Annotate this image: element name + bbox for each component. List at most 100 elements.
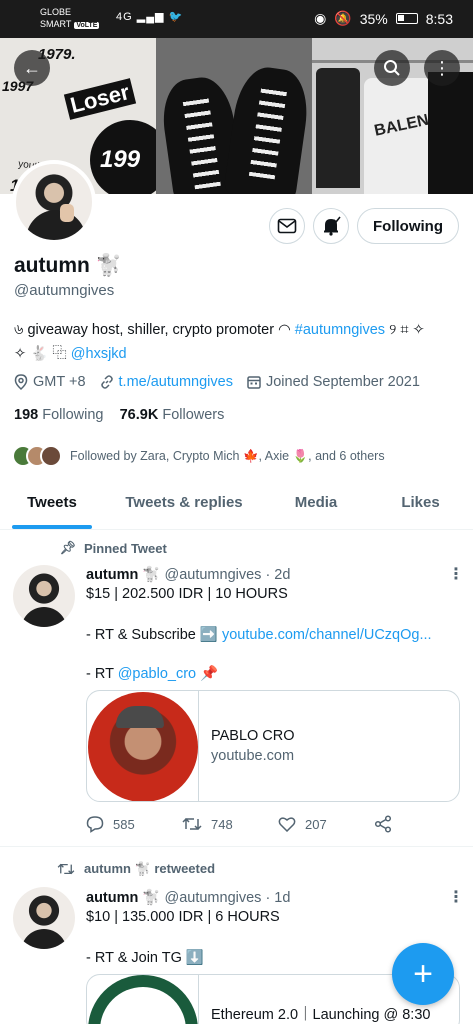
- clothes-image: [316, 68, 360, 188]
- tweet-handle: @autumngives: [164, 890, 262, 906]
- tab-likes[interactable]: Likes: [368, 484, 473, 529]
- tab-label: Tweets: [27, 494, 77, 511]
- battery-percent: 35%: [359, 10, 388, 27]
- tweet-actions: 585 748 207: [86, 815, 470, 833]
- eye-icon: ◉: [314, 10, 327, 26]
- reply-count: 585: [113, 816, 135, 832]
- tweet-context: 📌︎ Pinned Tweet: [56, 540, 167, 556]
- banner-text: 199: [90, 120, 156, 194]
- bio-text: ৬ giveaway host, shiller, crypto promote…: [14, 322, 295, 338]
- following-count: 198: [14, 407, 39, 423]
- carrier-name: GLOBE: [40, 7, 72, 17]
- tweet-handle: @autumngives: [164, 567, 262, 583]
- tweet-text: - RT & Join TG ⬇️: [86, 950, 204, 966]
- message-button[interactable]: [269, 208, 305, 244]
- mention-link[interactable]: @hxsjkd: [71, 346, 127, 362]
- shoe-image: [223, 63, 312, 194]
- search-button[interactable]: [374, 50, 410, 86]
- following-button[interactable]: Following: [357, 208, 459, 244]
- tweet-time: · 1d: [265, 890, 291, 906]
- location-text: GMT +8: [33, 374, 86, 390]
- more-options-button[interactable]: ⋮: [424, 50, 460, 86]
- profile-handle: @autumngives: [14, 282, 115, 299]
- profile-tabs: Tweets Tweets & replies Media Likes: [0, 484, 473, 530]
- plus-icon: +: [413, 954, 433, 993]
- clock: 8:53: [425, 10, 453, 27]
- location: GMT +8: [14, 374, 86, 390]
- followed-by[interactable]: Followed by Zara, Crypto Mich 🍁, Axie 🌷,…: [12, 445, 385, 467]
- website[interactable]: t.me/autumngives: [100, 374, 233, 390]
- followed-by-text: Followed by Zara, Crypto Mich 🍁, Axie 🌷,…: [70, 448, 385, 463]
- hashtag-link[interactable]: #autumngives: [295, 322, 385, 338]
- website-link[interactable]: t.me/autumngives: [119, 374, 233, 390]
- card-thumbnail: [87, 691, 199, 801]
- silent-icon: 🔕: [334, 10, 352, 26]
- compose-tweet-button[interactable]: +: [392, 943, 454, 1005]
- tweet[interactable]: 📌︎ Pinned Tweet autumn 🐩 @autumngives · …: [0, 530, 473, 846]
- follower-avatar: [40, 445, 62, 467]
- card-domain: youtube.com: [211, 748, 295, 764]
- followers-label: Followers: [162, 407, 225, 423]
- clothes-image: [428, 72, 473, 194]
- reply-icon: [86, 816, 104, 833]
- notifications-button[interactable]: [313, 208, 349, 244]
- retweet-icon: [57, 863, 75, 875]
- tweet-header: autumn 🐩 @autumngives · 1d: [86, 889, 290, 906]
- tab-media[interactable]: Media: [264, 484, 368, 529]
- tweet-text: - RT & Subscribe ➡️ youtube.com/channel/…: [86, 626, 432, 643]
- tab-tweets[interactable]: Tweets: [0, 484, 104, 529]
- card-title: Ethereum 2.0｜Launching @ 8:30: [211, 1007, 431, 1023]
- following-label: Following: [42, 407, 104, 423]
- tweet-text-part: - RT: [86, 666, 118, 682]
- mention-link[interactable]: @pablo_cro: [118, 666, 196, 682]
- like-button[interactable]: 207: [278, 815, 374, 833]
- tweet-more-button[interactable]: ⋮: [448, 887, 464, 907]
- like-count: 207: [305, 816, 327, 832]
- followers-link[interactable]: 76.9K Followers: [120, 407, 225, 423]
- back-button[interactable]: ←: [14, 50, 50, 86]
- share-icon: [374, 815, 392, 833]
- tab-label: Media: [294, 494, 338, 511]
- pinned-label: Pinned Tweet: [84, 540, 167, 556]
- link-icon: [100, 375, 113, 389]
- profile-avatar[interactable]: [12, 160, 96, 244]
- banner-text: Loser: [63, 78, 137, 120]
- tweet-text-part: 📌: [196, 666, 219, 682]
- bio-text: ୨ ⌗ ✧: [385, 322, 425, 338]
- profile-name: autumn 🐩: [14, 254, 122, 277]
- mail-icon: [277, 218, 297, 234]
- tweet-text: $15 | 202.500 IDR | 10 HOURS: [86, 586, 288, 602]
- tweet-avatar[interactable]: [13, 565, 75, 627]
- following-link[interactable]: 198 Following: [14, 407, 103, 423]
- carrier-info: GLOBE SMART VoLTE: [40, 6, 100, 32]
- more-vertical-icon: ⋮: [448, 889, 464, 906]
- more-vertical-icon: ⋮: [433, 57, 451, 78]
- tweet-avatar[interactable]: [13, 887, 75, 949]
- tweet-text: - RT @pablo_cro 📌: [86, 665, 218, 682]
- retweet-icon: [182, 817, 202, 831]
- reply-button[interactable]: 585: [86, 815, 182, 833]
- more-vertical-icon: ⋮: [448, 566, 464, 583]
- bio-text: ✧ 🐇 ⿻: [14, 346, 71, 362]
- tweet-text-part: - RT & Subscribe ➡️: [86, 627, 222, 643]
- tweet-author[interactable]: autumn 🐩: [86, 567, 160, 583]
- card-title: PABLO CRO: [211, 728, 295, 744]
- bell-check-icon: [324, 216, 341, 236]
- tweet-author[interactable]: autumn 🐩: [86, 890, 160, 906]
- carrier-name-2: SMART: [40, 19, 72, 29]
- tweet-time: · 2d: [265, 567, 291, 583]
- location-pin-icon: [14, 374, 28, 390]
- twitter-notification-icon: 🐦: [168, 11, 184, 23]
- tweet-link[interactable]: youtube.com/channel/UCzqOg...: [222, 627, 432, 643]
- retweet-button[interactable]: 748: [182, 815, 278, 833]
- tweet-more-button[interactable]: ⋮: [448, 564, 464, 584]
- followers-count: 76.9K: [119, 407, 159, 423]
- search-icon: [384, 60, 400, 76]
- volte-badge: VoLTE: [74, 22, 100, 29]
- card-thumbnail: [87, 975, 199, 1024]
- share-button[interactable]: [374, 815, 470, 833]
- link-card[interactable]: PABLO CRO youtube.com: [86, 690, 460, 802]
- tab-tweets-replies[interactable]: Tweets & replies: [104, 484, 264, 529]
- arrow-left-icon: ←: [23, 57, 41, 78]
- profile-meta: GMT +8 t.me/autumngives Joined September…: [14, 374, 420, 390]
